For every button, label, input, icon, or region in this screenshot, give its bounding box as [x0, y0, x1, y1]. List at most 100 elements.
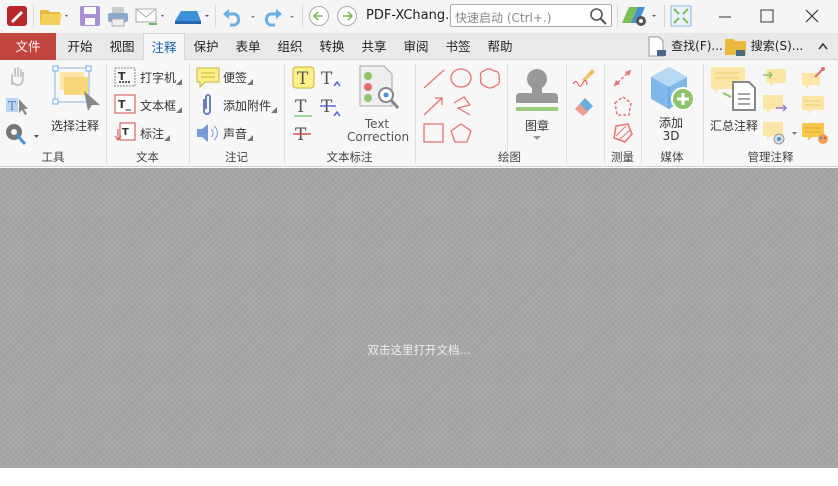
text-correction-button[interactable]: Text Correction: [347, 118, 410, 144]
svg-text:T: T: [122, 127, 129, 138]
attach-file-icon[interactable]: [200, 93, 214, 117]
callout-label[interactable]: 标注: [140, 125, 171, 142]
show-comments-icon[interactable]: [762, 120, 802, 146]
document-workspace[interactable]: 双击这里打开文档...: [0, 168, 838, 468]
textbox-label[interactable]: 文本框: [140, 97, 183, 114]
comment-styles-icon[interactable]: [801, 121, 829, 145]
tab-review[interactable]: 审阅: [396, 33, 436, 60]
tab-help[interactable]: 帮助: [480, 33, 520, 60]
summarize-comments-label[interactable]: 汇总注释: [710, 117, 758, 134]
polygon-tool-icon[interactable]: [450, 122, 474, 144]
window-title: PDF-XChang..: [366, 8, 454, 23]
redo-icon[interactable]: [260, 5, 298, 27]
text-correction-label-2: Correction: [347, 130, 410, 144]
arrow-tool-icon[interactable]: [422, 95, 446, 117]
svg-text:T: T: [8, 99, 16, 113]
print-icon[interactable]: [107, 5, 129, 27]
maximize-button[interactable]: [760, 9, 774, 31]
ribbon-tab-bar: 文件 开始 视图 注释 保护 表单 组织 转换 共享 审阅 书签 帮助 查找(F…: [0, 33, 838, 61]
svg-text:T: T: [295, 125, 307, 145]
open-document-hint[interactable]: 双击这里打开文档...: [0, 342, 838, 358]
scan-icon[interactable]: [173, 5, 211, 27]
tab-organize[interactable]: 组织: [270, 33, 310, 60]
ribbon-comment: T 选择注释 工具 T 打字机 T_ 文本框 T 标注 文本 便签 添加附件 声…: [0, 60, 838, 167]
hand-tool-icon[interactable]: [7, 65, 27, 87]
sound-icon[interactable]: [195, 122, 221, 144]
perimeter-tool-icon[interactable]: [611, 95, 635, 117]
comment-list-icon[interactable]: [801, 94, 827, 116]
line-tool-icon[interactable]: [422, 68, 446, 90]
highlight-text-icon[interactable]: T: [292, 66, 316, 90]
typewriter-label[interactable]: 打字机: [140, 69, 183, 86]
quick-launch-input[interactable]: 快速启动 (Ctrl+.): [450, 4, 612, 27]
attach-file-label[interactable]: 添加附件: [223, 97, 278, 114]
tab-form[interactable]: 表单: [228, 33, 268, 60]
add-3d-label-2: 3D: [662, 129, 680, 143]
svg-text:T: T: [297, 69, 309, 89]
sticky-note-label[interactable]: 便签: [223, 69, 254, 86]
group-label-text-markup: 文本标注: [326, 150, 373, 164]
snapshot-tool-icon[interactable]: [4, 121, 42, 147]
group-label-notes: 注记: [225, 150, 248, 164]
group-label-text: 文本: [136, 150, 159, 164]
select-comments-label[interactable]: 选择注释: [51, 117, 99, 134]
tab-protect[interactable]: 保护: [186, 33, 226, 60]
summarize-comments-icon[interactable]: [709, 65, 761, 113]
textbox-icon[interactable]: T_: [114, 94, 136, 114]
forward-icon[interactable]: [336, 5, 358, 27]
open-folder-icon[interactable]: [38, 5, 70, 27]
strikeout-text-icon[interactable]: T: [292, 122, 316, 146]
minimize-button[interactable]: [718, 8, 732, 30]
export-comments-icon[interactable]: [762, 93, 788, 115]
cloud-tool-icon[interactable]: [478, 67, 502, 89]
typewriter-icon[interactable]: T: [114, 67, 136, 87]
add-3d-button[interactable]: 添加 3D: [648, 117, 694, 143]
select-text-icon[interactable]: T: [5, 95, 29, 117]
tab-share[interactable]: 共享: [354, 33, 394, 60]
collapse-ribbon-icon[interactable]: [818, 42, 828, 50]
close-button[interactable]: [805, 9, 819, 31]
text-correction-icon[interactable]: [358, 65, 400, 113]
tab-convert[interactable]: 转换: [312, 33, 352, 60]
tab-bookmarks[interactable]: 书签: [438, 33, 478, 60]
area-tool-icon[interactable]: [611, 122, 635, 144]
svg-text:T: T: [295, 97, 307, 117]
replace-text-icon[interactable]: T: [320, 94, 344, 118]
search-icon[interactable]: [589, 7, 607, 25]
callout-icon[interactable]: T: [114, 121, 136, 143]
ui-options-icon[interactable]: [621, 5, 659, 27]
fullscreen-icon[interactable]: [670, 5, 692, 27]
stamp-label[interactable]: 图章: [525, 117, 549, 134]
sticky-note-icon[interactable]: [195, 66, 221, 90]
stamp-dropdown-icon[interactable]: [533, 136, 541, 141]
import-comments-icon[interactable]: [762, 67, 788, 89]
tab-view[interactable]: 视图: [102, 33, 142, 60]
stamp-icon[interactable]: [514, 65, 560, 113]
select-comments-icon[interactable]: [52, 65, 102, 111]
svg-text:T_: T_: [118, 98, 132, 111]
distance-tool-icon[interactable]: [611, 67, 635, 89]
app-logo-icon: [6, 5, 28, 27]
eraser-tool-icon[interactable]: [572, 94, 596, 118]
tab-file[interactable]: 文件: [0, 33, 56, 60]
search-button[interactable]: 搜索(S)...: [750, 33, 804, 60]
polyline-tool-icon[interactable]: [450, 95, 474, 117]
insert-text-icon[interactable]: T: [320, 66, 344, 90]
pin-comment-icon[interactable]: [801, 67, 827, 89]
find-button[interactable]: 查找(F)...: [671, 33, 723, 60]
oval-tool-icon[interactable]: [450, 67, 474, 89]
pencil-tool-icon[interactable]: [572, 66, 596, 90]
sound-label[interactable]: 声音: [223, 125, 254, 142]
add-3d-icon[interactable]: [649, 65, 697, 115]
undo-icon[interactable]: [221, 5, 257, 27]
find-icon: [646, 36, 668, 58]
rectangle-tool-icon[interactable]: [422, 122, 446, 144]
underline-text-icon[interactable]: T: [292, 94, 316, 118]
save-icon[interactable]: [79, 5, 101, 27]
tab-home[interactable]: 开始: [60, 33, 100, 60]
tab-comment[interactable]: 注释: [143, 33, 185, 61]
svg-text:T: T: [321, 97, 333, 117]
group-label-drawing: 绘图: [498, 150, 521, 164]
email-icon[interactable]: [135, 5, 167, 27]
back-icon[interactable]: [308, 5, 330, 27]
